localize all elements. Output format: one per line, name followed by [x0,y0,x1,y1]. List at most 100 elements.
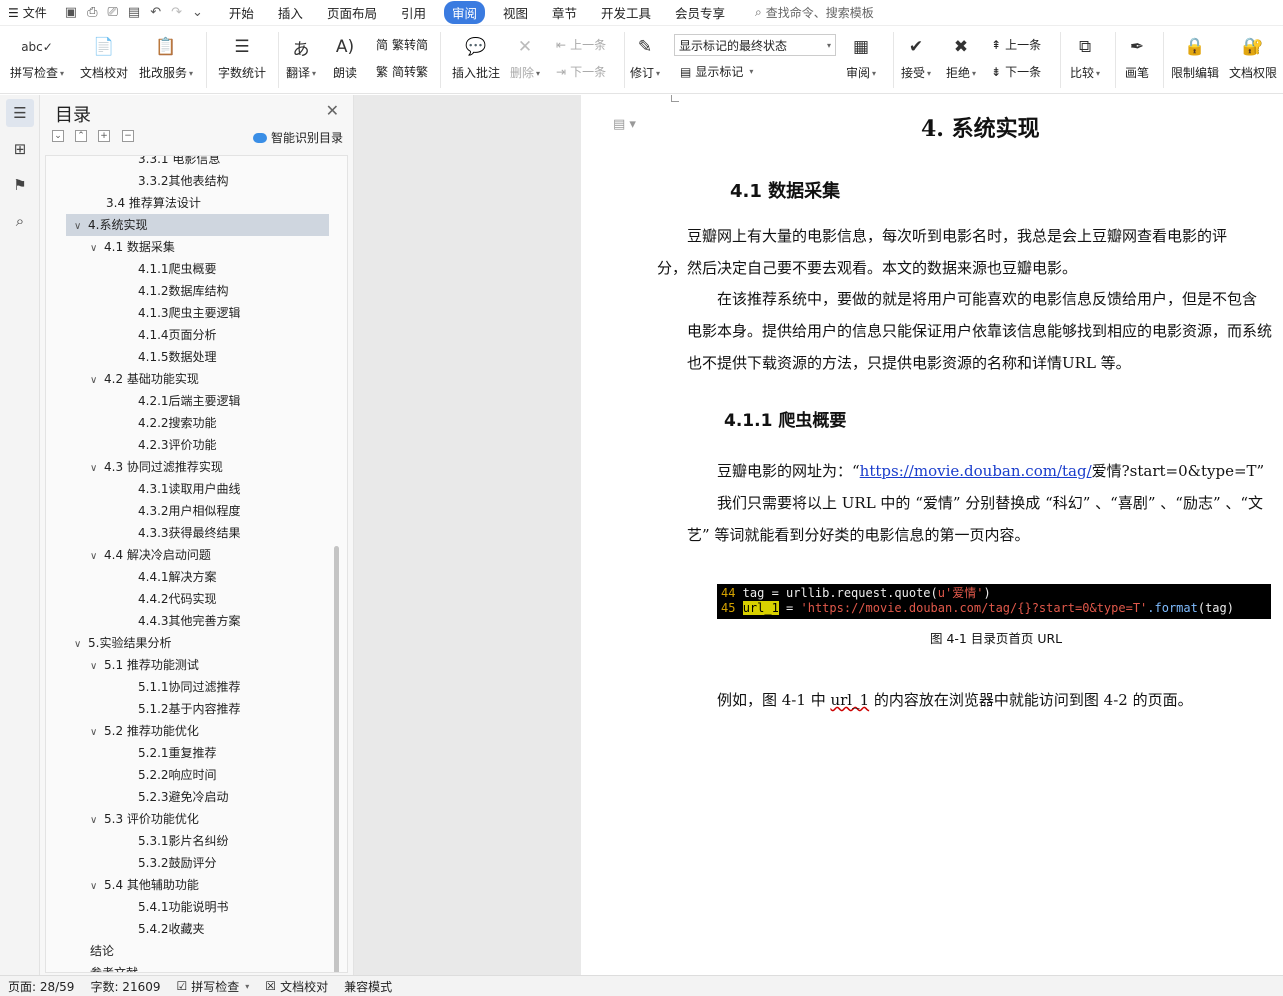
smart-toc-button[interactable]: 智能识别目录 [253,129,343,146]
accept-button[interactable]: ✔ 接受 ▾ [901,26,931,94]
spell-check-button[interactable]: abc✓ 拼写检查 ▾ [10,26,64,94]
find-icon[interactable]: ⌕ [6,207,34,235]
document-page[interactable]: ▤ ▾ 4. 系统实现 4.1 数据采集 豆瓣网上有大量的电影信息，每次听到电影… [581,95,1283,975]
toc-item[interactable]: 4.2.1后端主要逻辑 [138,390,241,412]
delete-comment-button[interactable]: ✕ 删除 ▾ [510,26,540,94]
chevron-down-icon[interactable]: ∨ [90,546,104,568]
review-pane-button[interactable]: ▦ 审阅 ▾ [846,26,876,94]
toc-item[interactable]: 4.2.3评价功能 [138,434,217,456]
chevron-down-icon[interactable]: ∨ [90,458,104,480]
track-changes-button[interactable]: ✎ 修订 ▾ [630,26,660,94]
toc-item[interactable]: ∨ 5.1 推荐功能测试 [90,654,199,676]
tab-0[interactable]: 开始 [217,1,266,24]
save-icon[interactable]: ▣ [65,5,77,20]
toc-item[interactable]: 3.3.1 电影信息 [138,156,220,170]
document-options-icon[interactable]: ▤ ▾ [613,117,636,132]
toc-item[interactable]: 3.4 推荐算法设计 [106,192,201,214]
expand-all-icon[interactable]: ⌃ [75,130,87,142]
toc-item[interactable]: 5.3.1影片名纠纷 [138,830,229,852]
ink-button[interactable]: ✒ 画笔 [1124,26,1150,94]
close-icon[interactable]: ✕ [326,101,339,120]
tab-1[interactable]: 插入 [266,1,315,24]
restrict-edit-button[interactable]: 🔒 限制编辑 [1171,26,1219,94]
proofread-status[interactable]: ☒ 文档校对 [257,978,336,995]
file-menu[interactable]: ☰ 文件 [0,4,57,21]
toc-item[interactable]: 5.2.3避免冷启动 [138,786,229,808]
prev-change-button[interactable]: ⇞ 上一条 [991,36,1041,53]
toc-item[interactable]: 4.1.4页面分析 [138,324,217,346]
toc-item[interactable]: ∨ 5.3 评价功能优化 [90,808,199,830]
toc-item[interactable]: 4.1.2数据库结构 [138,280,229,302]
toc-item[interactable]: ∨ 4.3 协同过滤推荐实现 [90,456,223,478]
misspelled-word[interactable]: url_1 [830,691,869,709]
toc-item[interactable]: 4.3.2用户相似程度 [138,500,241,522]
spell-check-status[interactable]: ☑ 拼写检查 ▾ [169,978,258,995]
preview-icon[interactable]: ▤ [128,5,140,20]
chevron-down-icon[interactable]: ∨ [90,238,104,260]
chevron-down-icon[interactable]: ∨ [90,656,104,678]
toc-item[interactable]: ∨ 5.2 推荐功能优化 [90,720,199,742]
toc-item[interactable]: 4.1.1爬虫概要 [138,258,217,280]
tab-8[interactable]: 会员专享 [663,1,737,24]
toc-item[interactable]: 3.3.2其他表结构 [138,170,229,192]
collapse-all-icon[interactable]: ⌄ [52,130,64,142]
toc-item[interactable]: 4.4.1解决方案 [138,566,217,588]
remove-heading-icon[interactable]: − [122,130,134,142]
markup-state-select[interactable]: 显示标记的最终状态 ▾ [674,34,836,56]
toc-item[interactable]: 5.3.2鼓励评分 [138,852,217,874]
doc-permission-button[interactable]: 🔐 文档权限 [1229,26,1277,94]
section-panel-icon[interactable]: ⊞ [6,135,34,163]
more-icon[interactable]: ⌄ [192,5,203,20]
toc-item[interactable]: 4.3.3获得最终结果 [138,522,241,544]
word-count-indicator[interactable]: 字数: 21609 [82,978,168,995]
add-heading-icon[interactable]: + [98,130,110,142]
toc-item[interactable]: 4.4.3其他完善方案 [138,610,241,632]
toc-item[interactable]: 5.1.1协同过滤推荐 [138,676,241,698]
next-comment-button[interactable]: ⇥ 下一条 [556,63,606,80]
chevron-down-icon[interactable]: ∨ [90,722,104,744]
tab-3[interactable]: 引用 [389,1,438,24]
insert-comment-button[interactable]: 💬 插入批注 [452,26,500,94]
toc-item[interactable]: ∨ 4.2 基础功能实现 [90,368,199,390]
bookmark-icon[interactable]: ⚑ [6,171,34,199]
doc-proofread-button[interactable]: 📄 文档校对 [80,26,128,94]
toc-item[interactable]: ∨ 4.系统实现 [66,214,329,236]
tab-4[interactable]: 审阅 [443,1,485,24]
toc-item[interactable]: 4.4.2代码实现 [138,588,217,610]
toc-item[interactable]: 4.1.3爬虫主要逻辑 [138,302,241,324]
page-indicator[interactable]: 页面: 28/59 [0,978,82,995]
douban-link[interactable]: https://movie.douban.com/tag/ [860,462,1092,480]
prev-comment-button[interactable]: ⇤ 上一条 [556,36,606,53]
chevron-down-icon[interactable]: ∨ [74,634,88,656]
toc-item[interactable]: ∨ 4.1 数据采集 [90,236,175,258]
next-change-button[interactable]: ⇟ 下一条 [991,63,1041,80]
read-aloud-button[interactable]: A) 朗读 [332,26,358,94]
toc-item[interactable]: ∨ 5.实验结果分析 [74,632,171,654]
show-markup-button[interactable]: ▤ 显示标记 ▾ [680,63,753,80]
simp-to-trad-button[interactable]: 繁简转繁 [376,63,428,80]
print-icon[interactable]: ⎚ [107,5,117,20]
chevron-down-icon[interactable]: ∨ [74,216,88,238]
tab-7[interactable]: 开发工具 [589,1,663,24]
tab-6[interactable]: 章节 [540,1,589,24]
toc-scrollbar[interactable] [334,546,339,972]
toc-item[interactable]: ∨ 5.4 其他辅助功能 [90,874,199,896]
tab-2[interactable]: 页面布局 [315,1,389,24]
toc-item[interactable]: ∨ 4.4 解决冷启动问题 [90,544,211,566]
compare-button[interactable]: ⧉ 比较 ▾ [1070,26,1100,94]
command-search[interactable]: ⌕ 查找命令、搜索模板 [755,4,874,21]
toc-item[interactable]: 5.2.2响应时间 [138,764,217,786]
toc-item[interactable]: 结论 [90,940,114,962]
toc-item[interactable]: 参考文献 [90,962,138,972]
chevron-down-icon[interactable]: ∨ [90,370,104,392]
toc-item[interactable]: 5.4.1功能说明书 [138,896,229,918]
toc-item[interactable]: 5.4.2收藏夹 [138,918,205,940]
chevron-down-icon[interactable]: ∨ [90,810,104,832]
chevron-down-icon[interactable]: ∨ [90,876,104,898]
trad-to-simp-button[interactable]: 简繁转简 [376,36,428,53]
redo-icon[interactable]: ↷ [171,5,182,20]
toc-panel-icon[interactable]: ☰ [6,99,34,127]
tab-5[interactable]: 视图 [491,1,540,24]
toc-item[interactable]: 5.2.1重复推荐 [138,742,217,764]
undo-icon[interactable]: ↶ [150,5,161,20]
